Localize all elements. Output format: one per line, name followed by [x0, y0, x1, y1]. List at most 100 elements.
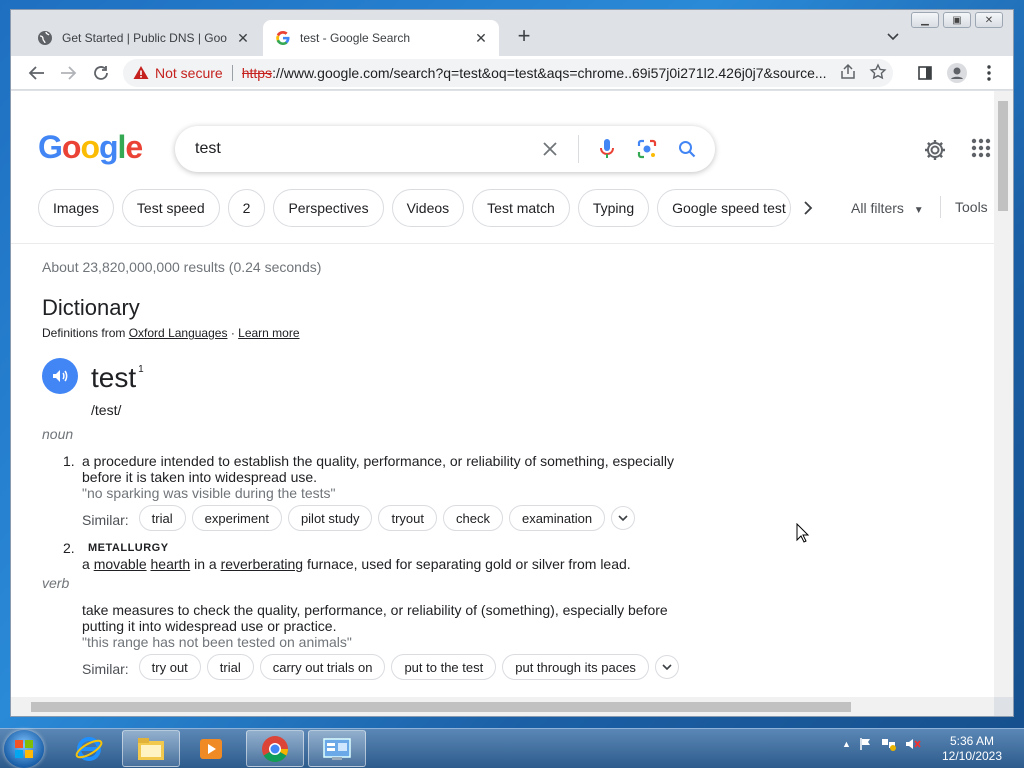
system-clock[interactable]: 5:36 AM 12/10/2023 — [936, 734, 1008, 764]
action-center-flag-icon[interactable] — [859, 737, 873, 751]
control-panel-icon[interactable] — [308, 730, 366, 767]
reverberating-link[interactable]: reverberating — [221, 556, 304, 572]
chip-test-match[interactable]: Test match — [472, 189, 570, 227]
logo-letter: o — [61, 129, 82, 165]
internet-explorer-icon[interactable] — [60, 730, 118, 767]
example-sentence: "this range has not been tested on anima… — [82, 634, 352, 650]
google-doodle-logo[interactable]: Google — [38, 129, 143, 166]
synonym-chip[interactable]: put through its paces — [502, 654, 649, 680]
synonym-chip[interactable]: carry out trials on — [259, 654, 386, 680]
clock-time: 5:36 AM — [949, 734, 995, 748]
start-button[interactable] — [4, 730, 44, 768]
kebab-menu-icon[interactable] — [977, 61, 1001, 85]
scrollbar-thumb[interactable] — [31, 702, 851, 712]
headword: test 1 — [91, 362, 144, 394]
chip-images[interactable]: Images — [38, 189, 114, 227]
tab-title: test - Google Search — [300, 31, 411, 45]
synonym-chip[interactable]: tryout — [378, 505, 437, 531]
tab-public-dns[interactable]: Get Started | Public DNS | Goo ✕ — [25, 20, 261, 56]
text-fragment: in a — [190, 556, 221, 572]
url-scheme: https — [241, 65, 273, 81]
scrollbar-thumb[interactable] — [998, 101, 1008, 211]
profile-avatar-icon[interactable] — [945, 61, 969, 85]
search-results-page: Google test Images Test speed 2 Perspect… — [11, 91, 994, 697]
url-text[interactable]: https://www.google.com/search?q=test&oq=… — [242, 65, 832, 81]
google-g-icon — [275, 30, 291, 46]
minimize-button[interactable]: ▁ — [911, 12, 939, 28]
header-divider — [11, 243, 994, 244]
forward-arrow-icon[interactable] — [56, 61, 80, 85]
system-tray: ▲ — [842, 737, 921, 751]
horizontal-scrollbar[interactable] — [11, 697, 994, 716]
settings-gear-icon[interactable] — [923, 138, 947, 165]
synonym-chip[interactable]: check — [443, 505, 503, 531]
synonym-chip[interactable]: pilot study — [287, 505, 373, 531]
chip-videos[interactable]: Videos — [391, 189, 465, 227]
apps-grid-icon[interactable] — [971, 138, 991, 161]
reload-icon[interactable] — [89, 61, 113, 85]
lens-camera-icon[interactable] — [635, 137, 659, 161]
vertical-scrollbar[interactable] — [994, 91, 1013, 697]
share-icon[interactable] — [839, 63, 857, 81]
new-tab-button[interactable]: + — [512, 23, 536, 48]
headword-superscript: 1 — [138, 364, 144, 375]
chevron-right-icon[interactable] — [797, 197, 819, 219]
tab-search-chevron-icon[interactable] — [885, 28, 901, 44]
omnibox-divider — [231, 65, 233, 81]
close-tab-icon[interactable]: ✕ — [473, 30, 489, 46]
close-window-button[interactable]: ✕ — [975, 12, 1003, 28]
result-stats: About 23,820,000,000 results (0.24 secon… — [42, 259, 322, 275]
show-hidden-icons-icon[interactable]: ▲ — [842, 739, 851, 749]
synonym-chip[interactable]: put to the test — [391, 654, 497, 680]
windows-logo-icon — [15, 740, 33, 758]
search-magnifier-icon[interactable] — [675, 137, 699, 161]
chrome-icon[interactable] — [246, 730, 304, 767]
chip-2[interactable]: 2 — [227, 189, 266, 227]
headword-text: test — [91, 362, 137, 393]
hearth-link[interactable]: hearth — [151, 556, 191, 572]
synonym-chip[interactable]: examination — [508, 505, 606, 531]
clear-search-icon[interactable] — [538, 137, 562, 161]
dictionary-source: Definitions from Oxford Languages · Lear… — [42, 326, 300, 340]
synonym-chip[interactable]: trial — [138, 505, 186, 531]
filter-chips: Images Test speed 2 Perspectives Videos … — [38, 189, 792, 227]
example-sentence: "no sparking was visible during the test… — [82, 485, 336, 501]
chip-google-speed-test[interactable]: Google speed test — [657, 189, 792, 227]
search-input[interactable]: test — [195, 140, 538, 158]
media-player-icon[interactable] — [182, 730, 240, 767]
all-filters-button[interactable]: All filters ▼ — [851, 200, 924, 216]
learn-more-link[interactable]: Learn more — [238, 326, 299, 340]
voice-search-mic-icon[interactable] — [595, 137, 619, 161]
tab-google-search[interactable]: test - Google Search ✕ — [263, 20, 499, 56]
synonym-chip[interactable]: experiment — [191, 505, 282, 531]
network-icon[interactable] — [881, 737, 897, 751]
maximize-button[interactable]: ▣ — [943, 12, 971, 28]
back-arrow-icon[interactable] — [25, 61, 49, 85]
bookmark-star-icon[interactable] — [869, 63, 887, 81]
movable-link[interactable]: movable — [94, 556, 147, 572]
expand-chevron-icon[interactable] — [654, 655, 679, 679]
window-controls: ▁ ▣ ✕ — [911, 12, 1003, 28]
pronunciation-speaker-icon[interactable] — [42, 358, 78, 394]
side-panel-icon[interactable] — [913, 61, 937, 85]
separator-dot: · — [230, 326, 235, 340]
text-fragment: furnace, used for separating gold or sil… — [303, 556, 631, 572]
synonym-chip[interactable]: trial — [206, 654, 254, 680]
file-explorer-icon[interactable] — [122, 730, 180, 767]
security-indicator[interactable]: Not secure — [133, 65, 223, 81]
logo-letter: g — [98, 129, 119, 165]
volume-muted-icon[interactable] — [905, 737, 921, 751]
search-box[interactable]: test — [175, 126, 715, 172]
tools-button[interactable]: Tools — [955, 199, 988, 215]
synonym-chip[interactable]: try out — [138, 654, 201, 680]
chip-perspectives[interactable]: Perspectives — [273, 189, 384, 227]
chip-test-speed[interactable]: Test speed — [121, 189, 220, 227]
url-rest: ://www.google.com/search?q=test&oq=test&… — [272, 65, 827, 81]
chip-typing[interactable]: Typing — [577, 189, 650, 227]
noun-label: noun — [42, 426, 74, 442]
expand-chevron-icon[interactable] — [611, 506, 636, 530]
logo-letter: G — [38, 129, 63, 165]
close-tab-icon[interactable]: ✕ — [235, 30, 251, 46]
address-bar[interactable]: Not secure https://www.google.com/search… — [123, 59, 893, 87]
oxford-languages-link[interactable]: Oxford Languages — [129, 326, 228, 340]
